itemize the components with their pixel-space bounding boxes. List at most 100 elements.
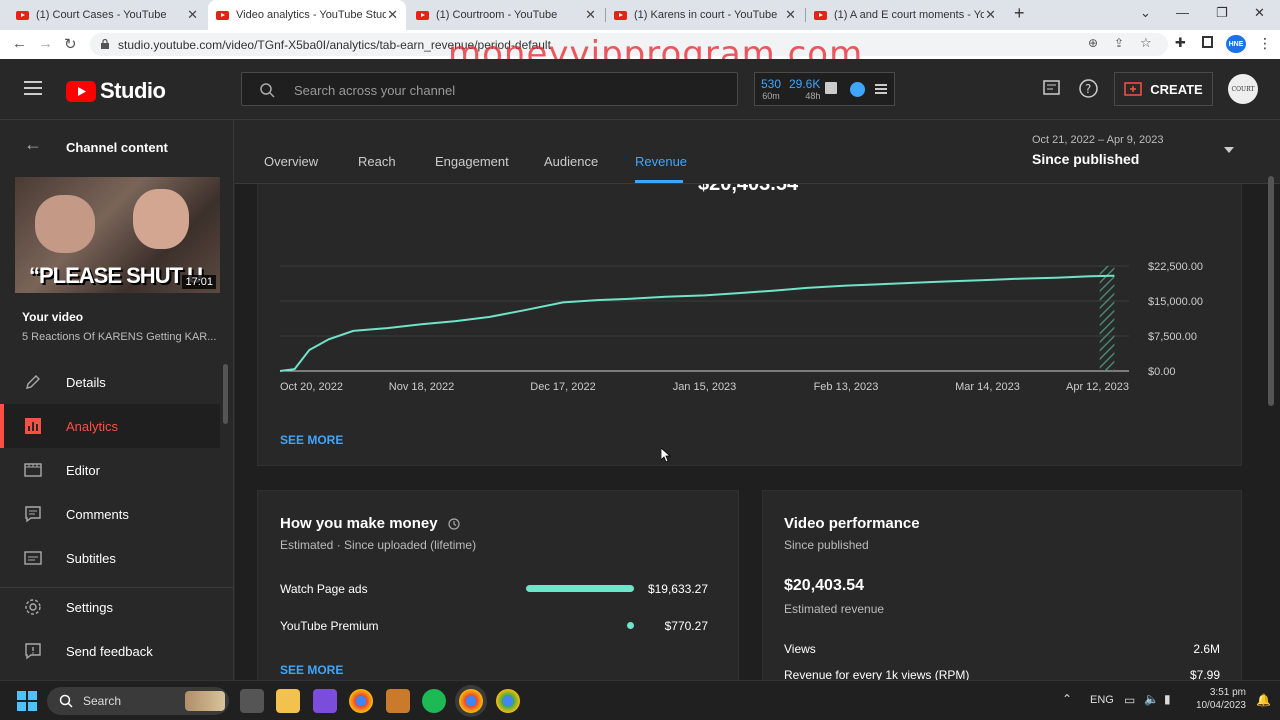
list-icon — [875, 84, 887, 94]
minimize-icon[interactable]: — — [1176, 5, 1189, 20]
back-arrow-icon[interactable]: ← — [24, 134, 42, 155]
clock[interactable]: 3:51 pm 10/04/2023 — [1192, 687, 1246, 711]
money-row-value: $19,633.27 — [647, 582, 708, 596]
sidebar-item-comments[interactable]: Comments — [0, 492, 220, 536]
gear-icon — [25, 599, 41, 615]
search-input[interactable]: Search across your channel — [241, 72, 738, 106]
sidepanel-icon[interactable] — [1202, 36, 1213, 48]
reload-icon[interactable]: ↻ — [64, 35, 77, 53]
browser-tab-label: (1) A and E court moments - You — [834, 9, 984, 21]
sidebar-item-analytics[interactable]: Analytics — [0, 404, 220, 448]
share-icon[interactable]: ⇪ — [1114, 36, 1124, 50]
chrome-icon[interactable] — [349, 689, 373, 713]
history-icon[interactable] — [447, 517, 460, 530]
feedback-icon[interactable] — [1043, 80, 1060, 98]
close-icon[interactable]: ✕ — [585, 7, 596, 23]
windows-taskbar: Search ⌃ ENG ▭ 🔈 ▮ 3:51 pm 10/04/2023 🔔 — [0, 680, 1280, 720]
video-thumbnail[interactable]: “PLEASE SHUT U 17:01 — [15, 177, 220, 293]
windows-start-icon[interactable] — [17, 691, 37, 711]
create-label: CREATE — [1150, 81, 1203, 97]
tab-overview[interactable]: Overview — [264, 154, 318, 169]
browser-tab-label: (1) Courtroom - YouTube — [436, 9, 558, 21]
sidebar-item-label: Editor — [66, 462, 100, 478]
speaker-icon[interactable]: 🔈 — [1144, 692, 1159, 706]
chevron-up-icon[interactable]: ⌃ — [1062, 692, 1072, 706]
video-performance-card: Video performance Since published $20,40… — [762, 490, 1242, 680]
sidebar-item-editor[interactable]: Editor — [0, 448, 220, 492]
tab-audience[interactable]: Audience — [544, 154, 598, 169]
thumbnail-caption: “PLEASE SHUT U — [29, 263, 203, 288]
performance-row-value: $7.99 — [1189, 668, 1220, 680]
tab-revenue[interactable]: Revenue — [635, 154, 687, 169]
language-indicator[interactable]: ENG — [1090, 694, 1114, 706]
thumbnail-face-left — [35, 195, 95, 253]
studio-logo[interactable]: Studio — [66, 78, 166, 104]
video-title[interactable]: 5 Reactions Of KARENS Getting KAR... — [22, 331, 216, 343]
channel-content-back[interactable]: ← Channel content — [0, 132, 234, 162]
chrome-active-icon[interactable] — [459, 689, 483, 713]
app-icon[interactable] — [386, 689, 410, 713]
zoom-icon[interactable]: ⊕ — [1088, 36, 1098, 50]
close-window-icon[interactable]: ✕ — [1254, 5, 1265, 21]
hamburger-menu-icon[interactable] — [24, 81, 42, 95]
star-icon[interactable]: ☆ — [1140, 35, 1152, 51]
close-icon[interactable]: ✕ — [187, 7, 198, 23]
y-tick-label: $22,500.00 — [1148, 261, 1203, 273]
taskbar-search[interactable]: Search — [47, 687, 229, 715]
battery-icon[interactable]: ▮ — [1164, 692, 1171, 706]
browser-tab[interactable]: (1) Court Cases - YouTube ✕ — [8, 0, 206, 30]
chevron-down-icon[interactable]: ⌄ — [1140, 5, 1151, 21]
browser-tab-label: (1) Karens in court - YouTube — [634, 9, 778, 21]
chrome-profile-icon[interactable] — [496, 689, 520, 713]
sidebar-item-send-feedback[interactable]: Send feedback — [0, 629, 220, 673]
revenue-series-line — [279, 274, 1115, 372]
performance-row-label: Revenue for every 1k views (RPM) — [784, 668, 970, 680]
close-icon[interactable]: ✕ — [985, 7, 996, 23]
comment-icon — [25, 506, 41, 523]
sidebar-item-subtitles[interactable]: Subtitles — [0, 536, 220, 580]
tab-engagement[interactable]: Engagement — [435, 154, 509, 169]
close-icon[interactable]: ✕ — [387, 7, 398, 23]
browser-tab[interactable]: (1) Karens in court - YouTube ✕ — [606, 0, 804, 30]
browser-tab[interactable]: (1) Courtroom - YouTube ✕ — [408, 0, 604, 30]
see-more-link[interactable]: SEE MORE — [280, 663, 343, 677]
see-more-link[interactable]: SEE MORE — [280, 433, 343, 447]
caret-down-icon — [1224, 147, 1234, 153]
browser-tab[interactable]: (1) A and E court moments - You ✕ — [806, 0, 1004, 30]
help-icon[interactable]: ? — [1079, 79, 1098, 98]
money-title: How you make money — [280, 515, 438, 532]
main-scrollbar[interactable] — [1268, 176, 1274, 406]
realtime-stats[interactable]: 530 60m 29.6K 48h — [754, 72, 895, 106]
sidebar-item-details[interactable]: Details — [0, 360, 220, 404]
sidebar: ← Channel content “PLEASE SHUT U 17:01 Y… — [0, 120, 234, 680]
sidebar-item-settings[interactable]: Settings — [0, 585, 220, 629]
menu-dots-icon[interactable]: ⋮ — [1258, 35, 1272, 52]
spotify-icon[interactable] — [422, 689, 446, 713]
maximize-icon[interactable]: ❐ — [1216, 5, 1228, 21]
notification-icon[interactable]: 🔔 — [1256, 693, 1271, 707]
performance-revenue-label: Estimated revenue — [784, 602, 885, 616]
revenue-line-chart[interactable]: $0.00 $7,500.00 $15,000.00 $22,500.00 Oct 20… — [258, 241, 1243, 421]
sidebar-item-label: Send feedback — [66, 643, 153, 659]
sidebar-scrollbar[interactable] — [223, 364, 228, 424]
extensions-icon[interactable]: ✚ — [1175, 35, 1186, 51]
create-button[interactable]: CREATE — [1114, 72, 1213, 106]
monitor-icon[interactable]: ▭ — [1124, 693, 1135, 707]
tab-reach[interactable]: Reach — [358, 154, 396, 169]
pencil-icon — [26, 375, 40, 389]
back-arrow-icon[interactable]: ← — [12, 35, 27, 52]
profile-avatar[interactable]: HNE — [1226, 35, 1246, 53]
file-explorer-icon[interactable] — [276, 689, 300, 713]
photos-icon[interactable] — [313, 689, 337, 713]
task-view-icon[interactable] — [240, 689, 264, 713]
channel-avatar[interactable]: COURT — [1228, 74, 1258, 104]
close-icon[interactable]: ✕ — [785, 7, 796, 23]
mouse-cursor-icon — [661, 448, 671, 462]
youtube-icon — [614, 10, 627, 20]
new-tab-icon[interactable]: + — [1014, 3, 1025, 24]
sidebar-item-label: Subtitles — [66, 550, 116, 566]
forward-arrow-icon[interactable]: → — [38, 35, 53, 52]
browser-tab-active[interactable]: Video analytics - YouTube Studio ✕ — [208, 0, 406, 30]
date-range-picker[interactable]: Oct 21, 2022 – Apr 9, 2023 Since publish… — [1032, 130, 1242, 174]
main-content: $20,403.54 $0.00 $7,500.00 $15,000.00 $22,5… — [235, 120, 1280, 680]
